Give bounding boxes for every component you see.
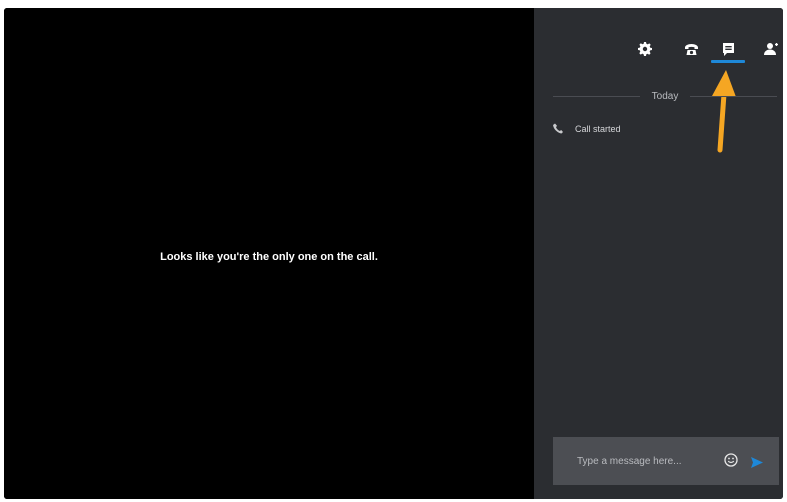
date-label: Today bbox=[651, 91, 679, 102]
annotation-arrow-icon bbox=[712, 70, 736, 153]
call-event-row: Call started bbox=[553, 123, 621, 134]
gear-icon bbox=[638, 42, 652, 56]
message-composer bbox=[553, 437, 779, 485]
emoji-icon bbox=[724, 453, 738, 467]
chat-side-panel: Today Call started bbox=[534, 8, 783, 499]
add-participant-button[interactable] bbox=[760, 38, 782, 60]
message-input[interactable] bbox=[575, 454, 729, 468]
divider-line bbox=[553, 96, 640, 97]
phone-icon bbox=[684, 43, 698, 55]
settings-button[interactable] bbox=[634, 38, 656, 60]
date-divider: Today bbox=[553, 91, 777, 102]
call-event-text: Call started bbox=[575, 123, 621, 134]
phone-icon bbox=[553, 123, 563, 134]
call-button[interactable] bbox=[680, 38, 702, 60]
panel-toolbar bbox=[534, 38, 783, 64]
emoji-button[interactable] bbox=[724, 453, 738, 472]
add-person-icon bbox=[763, 43, 778, 55]
chat-icon bbox=[722, 42, 734, 56]
call-window: Looks like you're the only one on the ca… bbox=[4, 8, 783, 499]
video-stage: Looks like you're the only one on the ca… bbox=[4, 8, 534, 499]
chat-toggle-button[interactable] bbox=[717, 38, 739, 60]
send-icon bbox=[751, 457, 763, 468]
send-button[interactable] bbox=[751, 455, 763, 473]
call-status-message: Looks like you're the only one on the ca… bbox=[160, 251, 378, 263]
active-tab-indicator bbox=[711, 60, 745, 63]
divider-line bbox=[690, 96, 777, 97]
